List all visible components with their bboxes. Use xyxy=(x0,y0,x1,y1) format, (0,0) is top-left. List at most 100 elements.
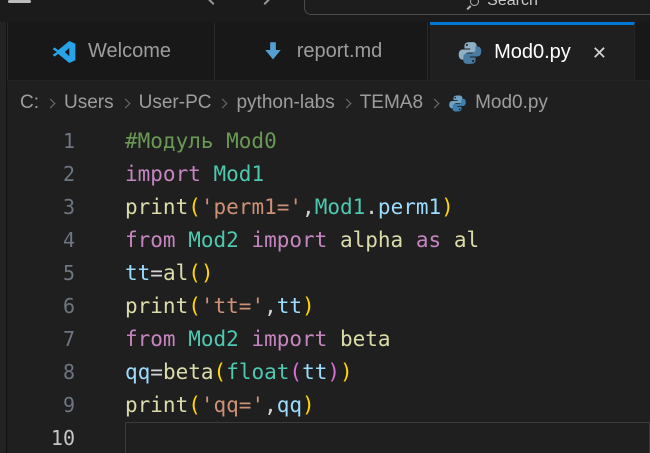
token: import xyxy=(125,162,201,186)
token: Mod1 xyxy=(214,162,265,186)
token: ) xyxy=(327,360,340,384)
token: beta xyxy=(340,327,391,351)
token xyxy=(239,327,252,351)
python-icon xyxy=(457,40,483,66)
token: ( xyxy=(289,360,302,384)
token xyxy=(201,162,214,186)
code-line-6[interactable]: 6print('tt=',tt) xyxy=(0,290,650,323)
tab-mod0-py[interactable]: Mod0.py ✕ xyxy=(430,22,635,80)
breadcrumb: C: Users User-PC python-labs TEMA8 Mod0.py xyxy=(0,81,650,125)
tab-welcome[interactable]: Welcome xyxy=(7,22,215,80)
chevron-separator-icon xyxy=(341,98,351,108)
token: alpha xyxy=(340,228,403,252)
vscode-window: Search Welcome report.md xyxy=(0,0,650,453)
current-line-highlight xyxy=(125,422,650,453)
breadcrumb-item[interactable]: C: xyxy=(20,92,39,114)
token: import xyxy=(251,228,327,252)
close-icon[interactable]: ✕ xyxy=(592,44,607,62)
token: = xyxy=(150,360,163,384)
command-center-search[interactable]: Search xyxy=(304,0,650,15)
line-number: 9 xyxy=(0,389,75,422)
search-label: Search xyxy=(487,0,538,10)
token xyxy=(441,228,454,252)
line-number: 5 xyxy=(0,257,75,290)
code-text: import Mod1 xyxy=(125,158,264,191)
tab-bar: Welcome report.md Mod0.py ✕ xyxy=(0,22,650,81)
token: import xyxy=(251,327,327,351)
code-line-10[interactable]: 10 xyxy=(0,422,650,453)
token: ( xyxy=(188,294,201,318)
token xyxy=(327,327,340,351)
search-icon xyxy=(470,0,479,6)
code-text: print('qq=',qq) xyxy=(125,389,315,422)
line-number: 3 xyxy=(0,191,75,224)
sidebar-edge-strip xyxy=(0,22,7,453)
token: from xyxy=(125,228,176,252)
token: as xyxy=(416,228,441,252)
token: . xyxy=(365,195,378,219)
menu-hamburger-icon[interactable] xyxy=(8,0,31,3)
code-line-4[interactable]: 4from Mod2 import alpha as al xyxy=(0,224,650,257)
breadcrumb-item[interactable]: User-PC xyxy=(139,92,212,114)
code-text: print('perm1=',Mod1.perm1) xyxy=(125,191,454,224)
code-text: tt=al() xyxy=(125,257,214,290)
line-number: 10 xyxy=(0,422,75,453)
breadcrumb-item[interactable]: python-labs xyxy=(236,92,334,114)
chevron-separator-icon xyxy=(430,98,440,108)
token: ) xyxy=(340,360,353,384)
token: al xyxy=(454,228,479,252)
token xyxy=(403,228,416,252)
token: 'tt=' xyxy=(201,294,264,318)
python-file-icon xyxy=(448,94,467,113)
chevron-separator-icon xyxy=(46,98,56,108)
token: perm1 xyxy=(378,195,441,219)
tab-report-md[interactable]: report.md xyxy=(215,22,428,80)
breadcrumb-item[interactable]: TEMA8 xyxy=(360,92,423,114)
token: , xyxy=(264,294,277,318)
token: print xyxy=(125,195,188,219)
code-line-7[interactable]: 7from Mod2 import beta xyxy=(0,323,650,356)
code-line-2[interactable]: 2import Mod1 xyxy=(0,158,650,191)
tab-label: Mod0.py xyxy=(494,41,571,64)
code-line-9[interactable]: 9 print('qq=',qq) xyxy=(0,389,650,422)
code-line-8[interactable]: 8qq=beta(float(tt)) xyxy=(0,356,650,389)
token: print xyxy=(125,393,188,417)
token: tt xyxy=(302,360,327,384)
token: beta xyxy=(163,360,214,384)
token: 'qq=' xyxy=(201,393,264,417)
token: 'perm1=' xyxy=(201,195,302,219)
breadcrumb-file[interactable]: Mod0.py xyxy=(475,92,548,114)
token: Mod2 xyxy=(188,327,239,351)
token xyxy=(327,228,340,252)
token: ) xyxy=(302,294,315,318)
token: Mod2 xyxy=(188,228,239,252)
token: qq xyxy=(277,393,302,417)
token: = xyxy=(150,261,163,285)
nav-back-icon[interactable] xyxy=(205,0,214,5)
code-line-3[interactable]: 3 print('perm1=',Mod1.perm1) xyxy=(0,191,650,224)
token xyxy=(239,228,252,252)
editor[interactable]: 1#Модуль Mod02import Mod13print('perm1='… xyxy=(0,125,650,453)
token: , xyxy=(302,195,315,219)
token: tt xyxy=(125,261,150,285)
token: qq xyxy=(125,360,150,384)
token: Mod1 xyxy=(315,195,366,219)
token: al xyxy=(163,261,188,285)
token: ( xyxy=(188,393,201,417)
vscode-logo-icon xyxy=(51,39,77,65)
line-number: 1 xyxy=(0,125,75,158)
token: ) xyxy=(302,393,315,417)
code-line-1[interactable]: 1 #Модуль Mod0 xyxy=(0,125,650,158)
token: float xyxy=(226,360,289,384)
token: from xyxy=(125,327,176,351)
breadcrumb-item[interactable]: Users xyxy=(64,92,114,114)
tab-label: Welcome xyxy=(88,40,171,63)
line-number: 8 xyxy=(0,356,75,389)
token: ( xyxy=(214,360,227,384)
nav-forward-icon[interactable] xyxy=(263,0,272,5)
title-bar: Search xyxy=(0,0,650,22)
token: #Модуль Mod0 xyxy=(125,129,277,153)
code-line-5[interactable]: 5 tt=al() xyxy=(0,257,650,290)
chevron-separator-icon xyxy=(218,98,228,108)
token xyxy=(176,327,189,351)
